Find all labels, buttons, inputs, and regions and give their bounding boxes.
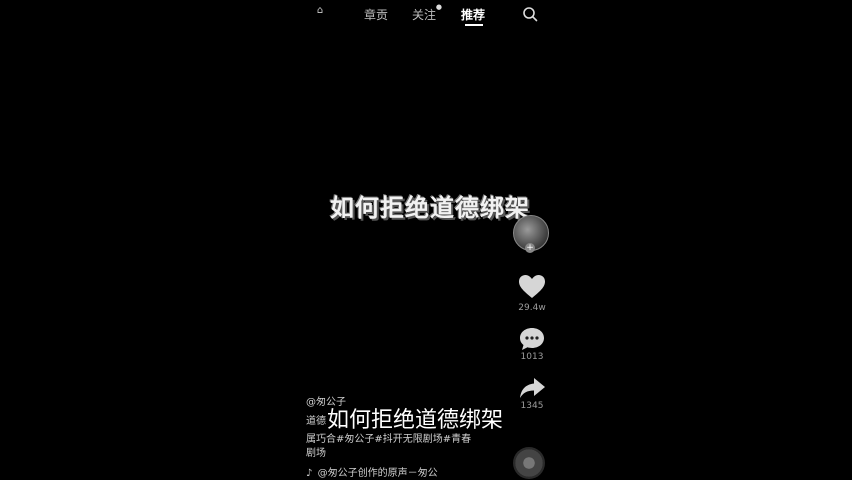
home-building-icon[interactable]: ⌂ (311, 6, 329, 24)
tab-zhanggong[interactable]: 章贡 (364, 6, 388, 23)
music-note-icon: ♪ (306, 468, 313, 479)
share-icon[interactable] (518, 375, 546, 401)
notification-dot: ● (435, 3, 443, 11)
music-title: @匆公子创作的原声－匆公 (317, 468, 438, 479)
search-icon[interactable] (522, 6, 538, 22)
caption-line-1: 道德 (306, 416, 326, 427)
follow-plus-icon[interactable]: + (525, 243, 535, 253)
like-count: 29.4w (518, 303, 546, 313)
comment-icon[interactable] (518, 326, 546, 352)
tab-following-label: 关注 (412, 8, 437, 22)
caption-line-3: 剧场 (306, 448, 326, 459)
music-info[interactable]: ♪ @匆公子创作的原声－匆公 (306, 464, 438, 479)
video-subtitle: 如何拒绝道德绑架 (327, 408, 504, 433)
active-tab-indicator (465, 24, 483, 26)
comment-count: 1013 (520, 352, 544, 362)
share-count: 1345 (520, 401, 544, 411)
heart-icon[interactable] (518, 274, 546, 300)
tab-recommended[interactable]: 推荐 (461, 6, 485, 23)
tab-following[interactable]: 关注 ● (412, 3, 442, 23)
music-disc-icon[interactable] (513, 447, 545, 479)
